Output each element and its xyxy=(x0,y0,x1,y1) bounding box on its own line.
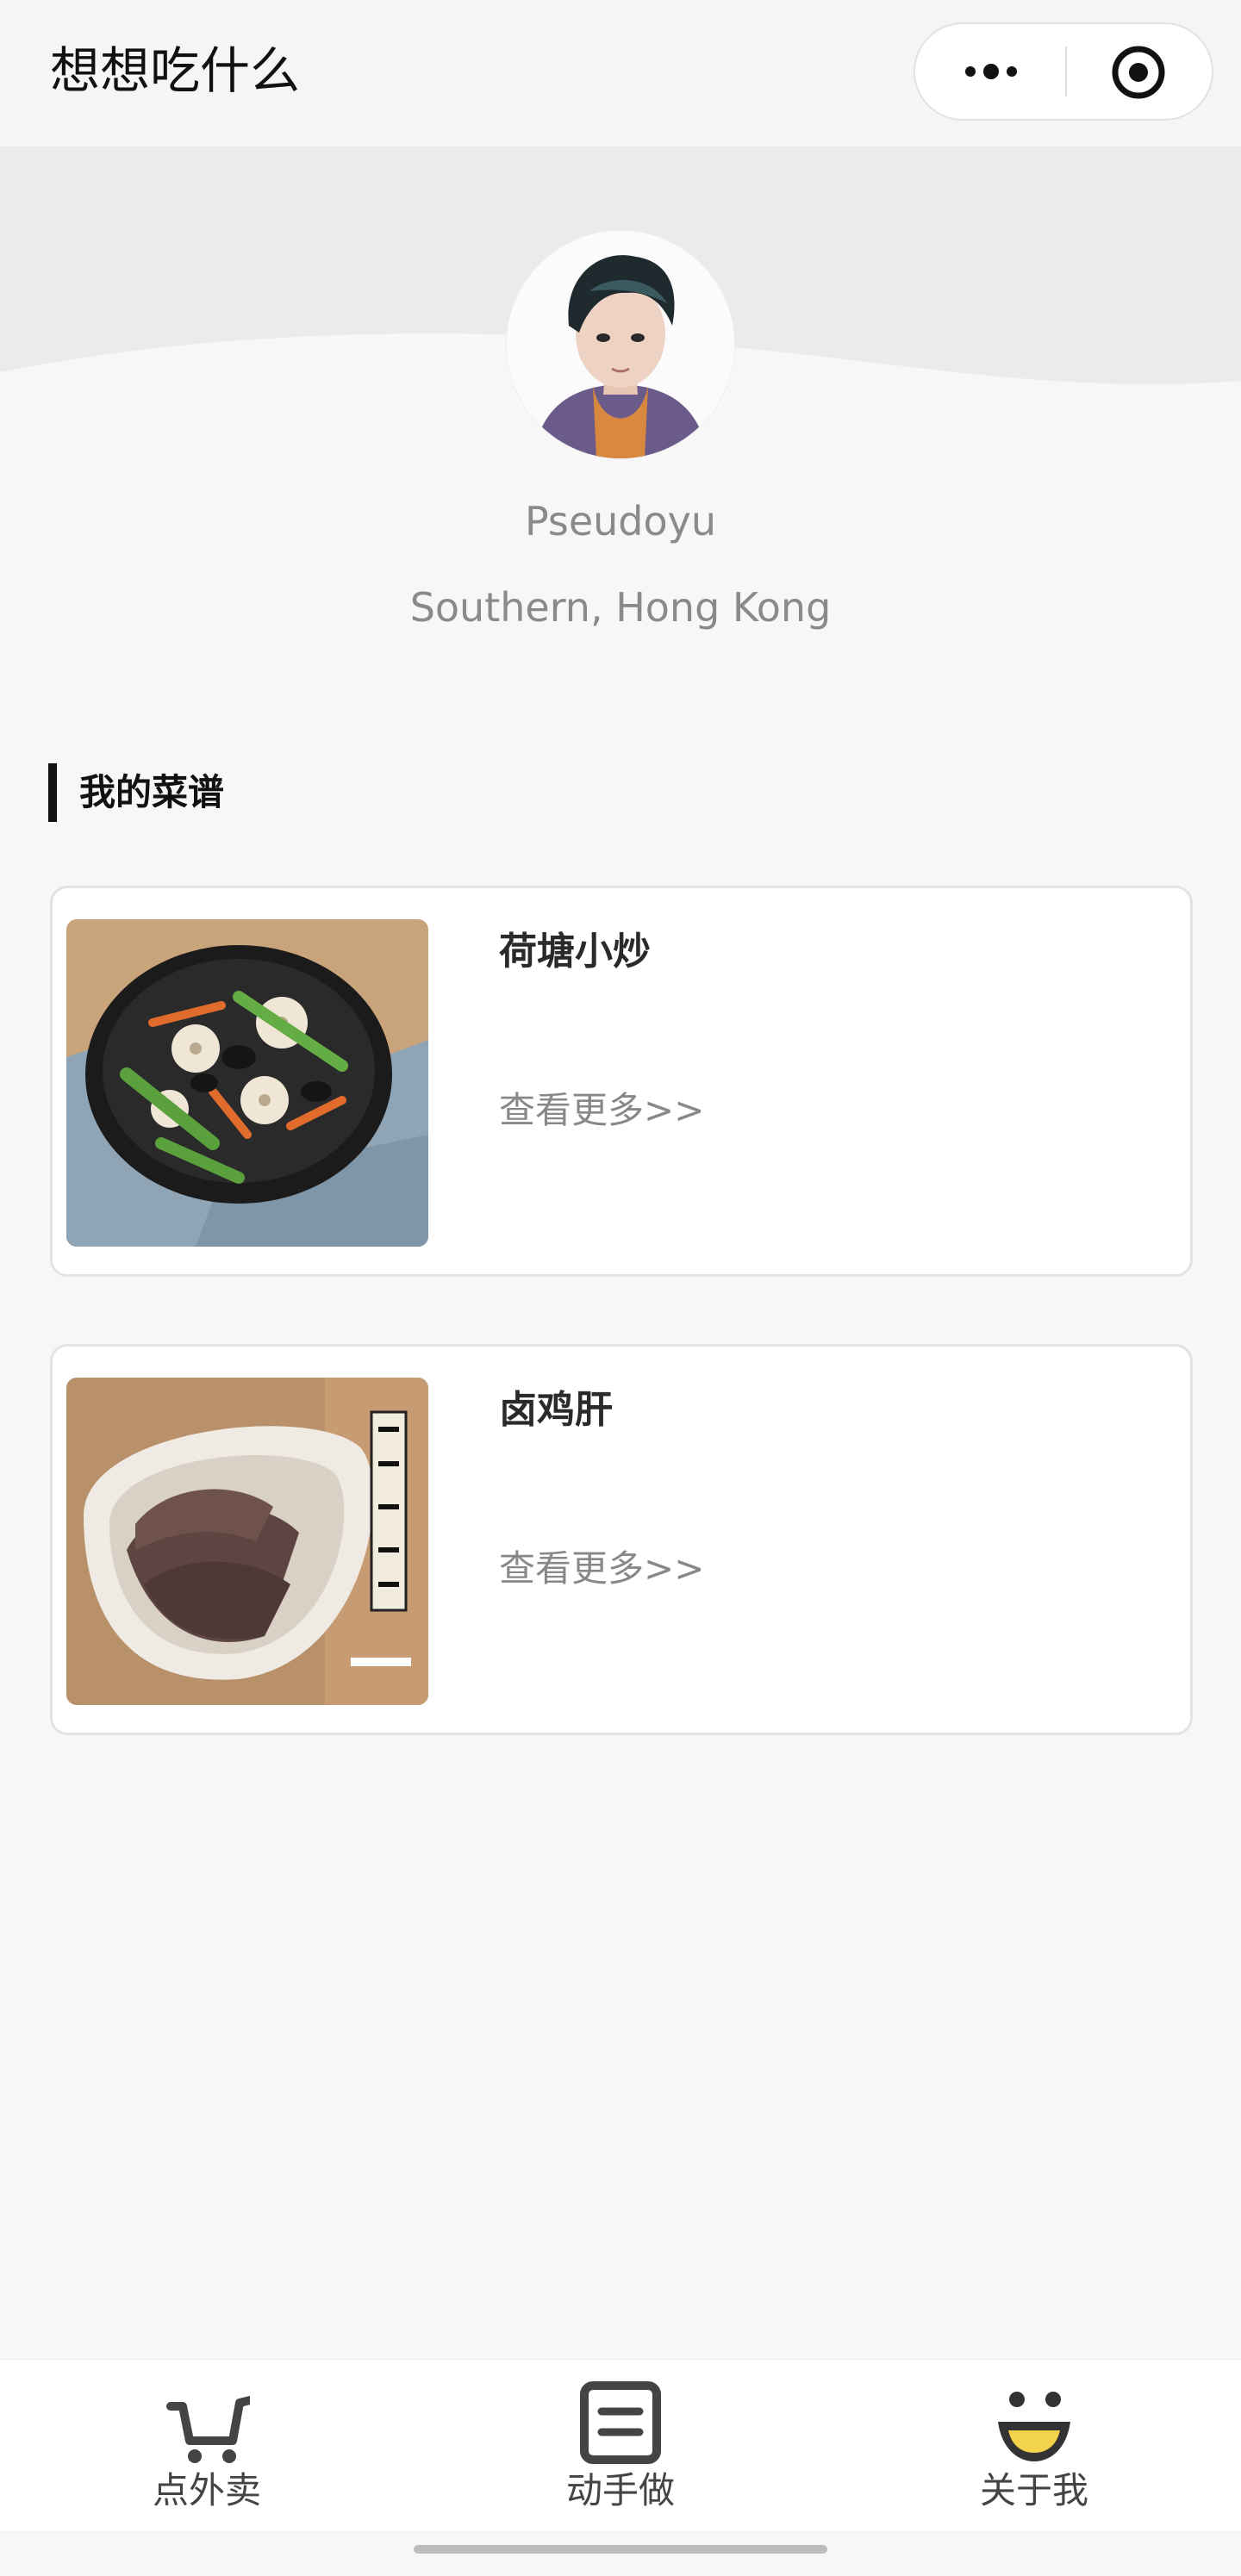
more-button[interactable] xyxy=(915,24,1063,119)
close-button[interactable] xyxy=(1067,24,1213,119)
page: 想想吃什么 Pseudoyu Southern, Hong Kong 我的菜谱 … xyxy=(0,0,1241,2576)
avatar[interactable] xyxy=(507,231,734,458)
mini-program-capsule xyxy=(914,22,1213,121)
tab-cook[interactable]: 动手做 xyxy=(491,2360,750,2530)
tab-takeout[interactable]: 点外卖 xyxy=(78,2360,336,2530)
view-more-link[interactable]: 查看更多>> xyxy=(499,1080,704,1142)
lotus-stir-fry-photo xyxy=(66,919,428,1247)
section-accent-bar xyxy=(48,763,57,822)
recipe-title: 卤鸡肝 xyxy=(499,1388,613,1432)
profile-name: Pseudoyu xyxy=(524,498,717,544)
recipe-thumbnail[interactable] xyxy=(66,919,428,1247)
view-more-link[interactable]: 查看更多>> xyxy=(499,1538,704,1600)
section-title: 我的菜谱 xyxy=(79,771,225,813)
home-indicator[interactable] xyxy=(414,2545,827,2554)
bottom-tab-bar: 点外卖 动手做 关于我 xyxy=(0,2359,1241,2530)
recipe-card[interactable]: 荷塘小炒 查看更多>> xyxy=(50,886,1193,1277)
page-title: 想想吃什么 xyxy=(50,41,301,100)
profile-location: Southern, Hong Kong xyxy=(409,584,832,631)
cart-icon xyxy=(166,2395,250,2463)
top-navbar: 想想吃什么 xyxy=(0,0,1241,146)
target-circle-icon xyxy=(1112,46,1165,99)
tab-about-me[interactable]: 关于我 xyxy=(905,2360,1163,2530)
document-icon xyxy=(580,2381,661,2464)
braised-chicken-liver-photo xyxy=(66,1378,428,1705)
user-portrait-avatar xyxy=(507,231,734,458)
tab-label: 点外卖 xyxy=(152,2469,261,2511)
tab-label: 关于我 xyxy=(979,2469,1088,2511)
smile-face-icon xyxy=(998,2392,1070,2461)
recipe-card[interactable]: 卤鸡肝 查看更多>> xyxy=(50,1344,1193,1735)
more-dots-icon xyxy=(965,64,1017,79)
recipe-title: 荷塘小炒 xyxy=(499,930,651,974)
tab-label: 动手做 xyxy=(565,2469,675,2511)
recipe-thumbnail[interactable] xyxy=(66,1378,428,1705)
